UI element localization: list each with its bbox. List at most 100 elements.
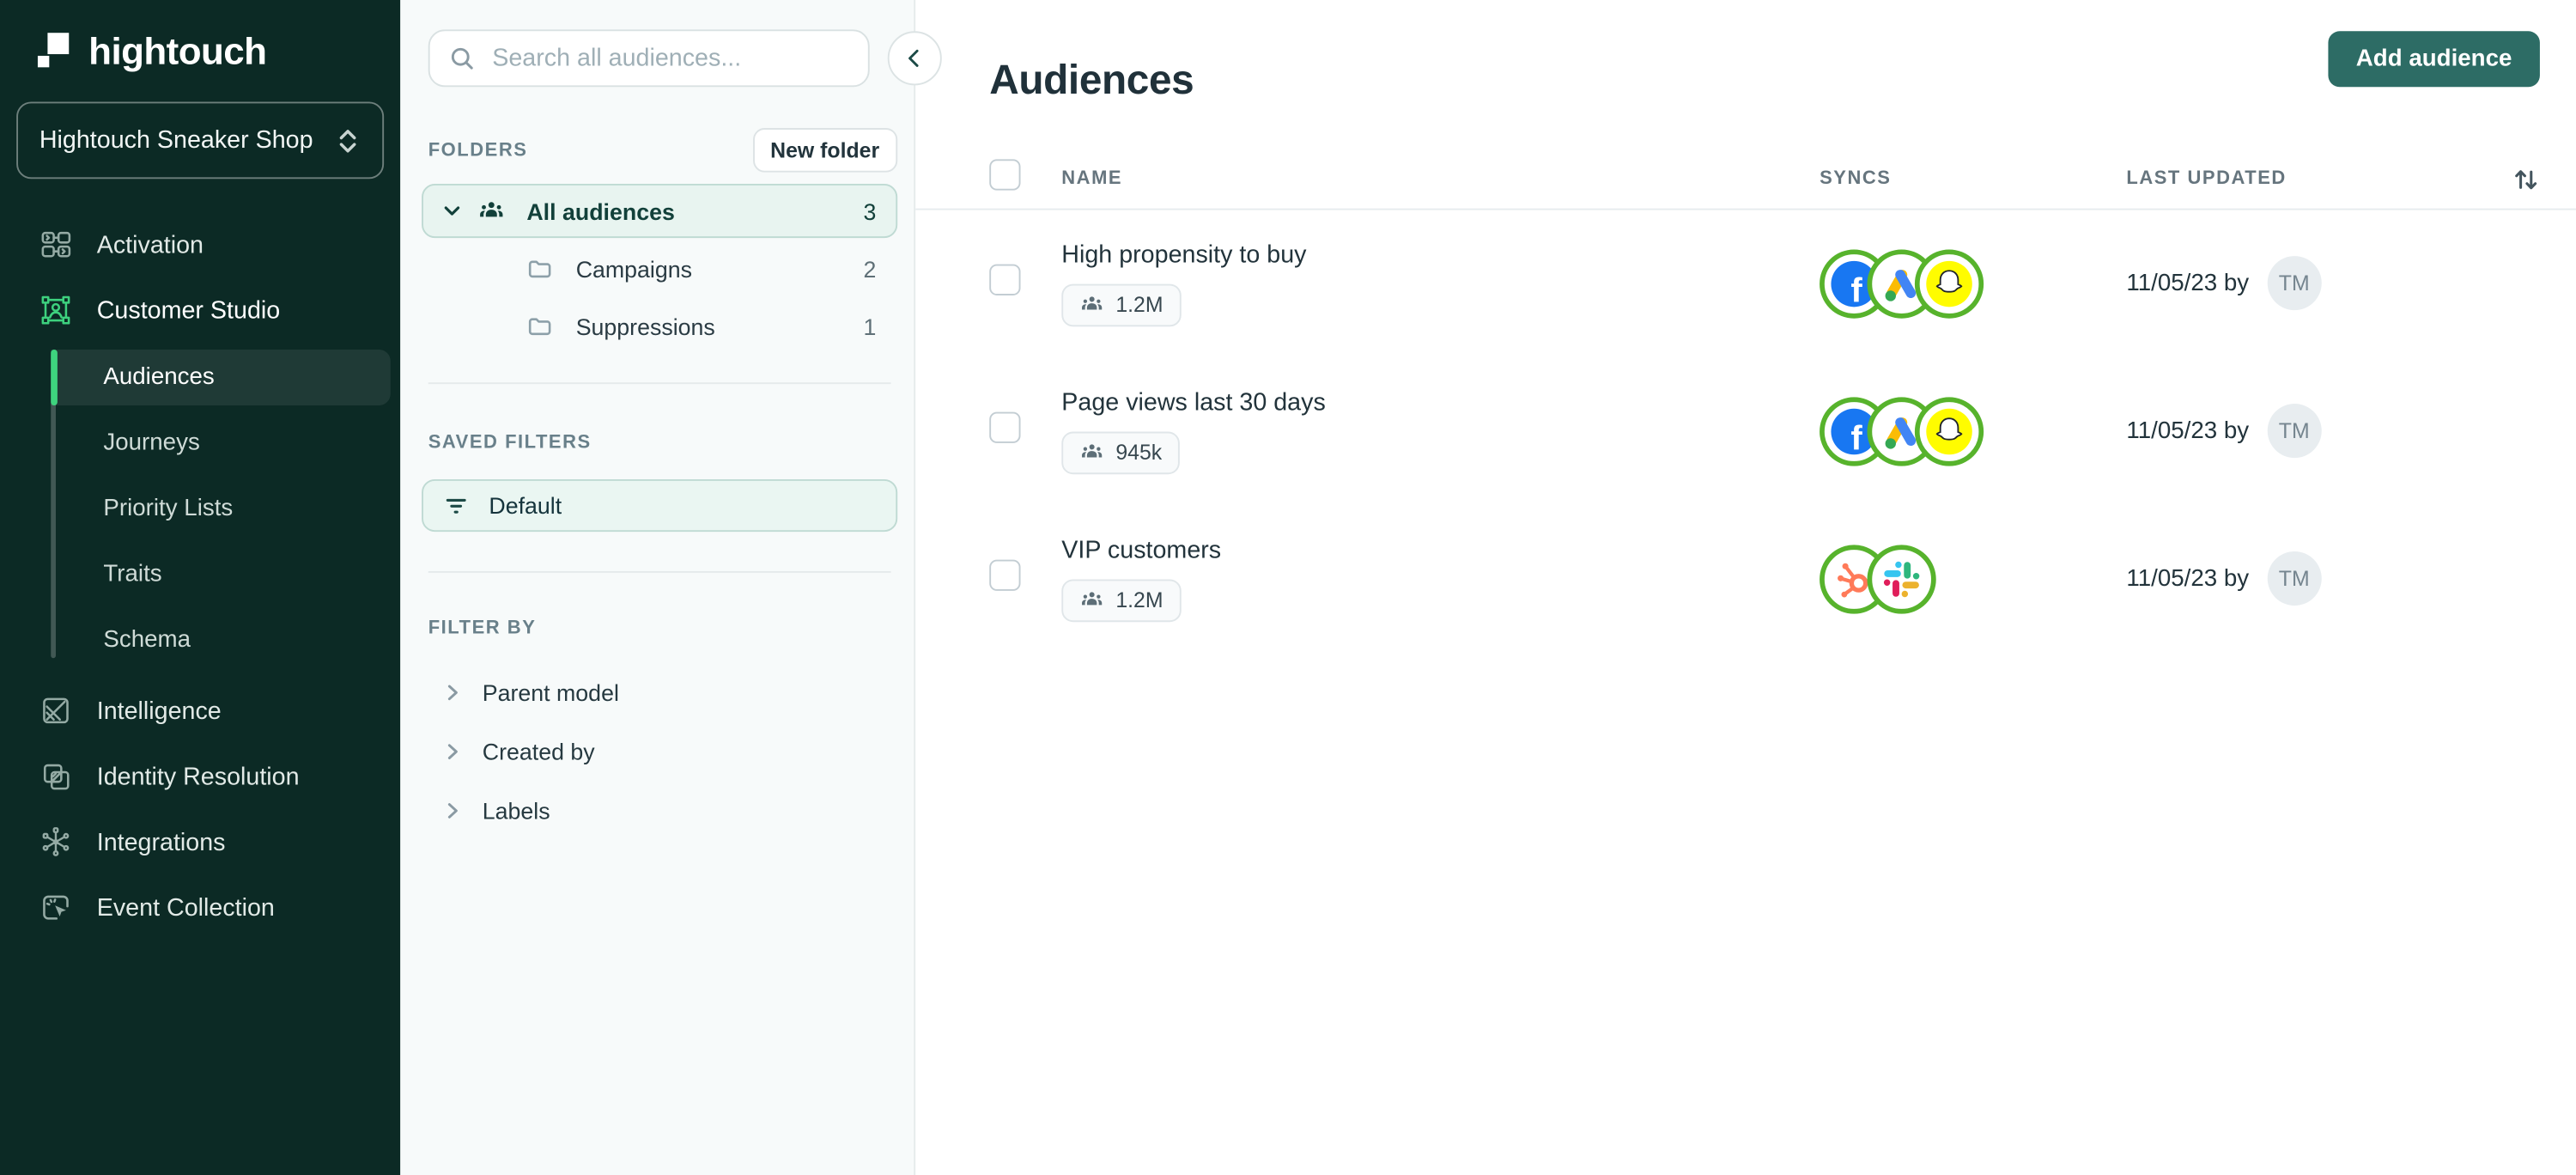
audience-name[interactable]: High propensity to buy	[1061, 240, 1820, 268]
table-row[interactable]: High propensity to buy 1.2M f 11/05/23 b…	[989, 210, 2540, 357]
identity-resolution-icon	[39, 760, 72, 793]
sidebar-item-identity-resolution[interactable]: Identity Resolution	[0, 744, 400, 809]
filter-label: Labels	[482, 797, 550, 825]
app-window: hightouch Hightouch Sneaker Shop Activat…	[0, 0, 2576, 1175]
saved-filter-label: Default	[489, 492, 562, 519]
search-icon	[448, 45, 476, 72]
subnav-label: Journeys	[103, 429, 200, 457]
new-folder-button[interactable]: New folder	[752, 128, 898, 173]
filter-label: Created by	[482, 738, 595, 765]
audience-name[interactable]: VIP customers	[1061, 536, 1820, 563]
people-group-icon	[1079, 441, 1104, 466]
sidebar: hightouch Hightouch Sneaker Shop Activat…	[0, 0, 401, 1175]
sidebar-item-event-collection[interactable]: Event Collection	[0, 874, 400, 940]
sidebar-item-customer-studio[interactable]: Customer Studio	[0, 277, 400, 343]
chevron-right-icon	[441, 740, 465, 764]
column-header-name: NAME	[1061, 169, 1123, 190]
filter-by-section-label: FILTER BY	[428, 618, 537, 638]
panel-divider	[428, 382, 891, 385]
sidebar-item-label: Customer Studio	[96, 295, 281, 325]
sidebar-item-integrations[interactable]: Integrations	[0, 809, 400, 874]
audience-size: 945k	[1115, 440, 1163, 466]
last-updated-text: 11/05/23 by	[2126, 270, 2250, 297]
sidebar-item-traits[interactable]: Traits	[51, 546, 391, 602]
snapchat-sync-icon[interactable]	[1914, 396, 1984, 466]
filter-labels[interactable]: Labels	[422, 782, 897, 841]
people-group-icon	[477, 197, 505, 224]
page-title: Audiences	[989, 57, 1194, 103]
folder-item-suppressions[interactable]: Suppressions 1	[422, 299, 897, 353]
folder-count: 2	[863, 255, 877, 282]
row-checkbox[interactable]	[989, 411, 1021, 443]
column-header-syncs: SYNCS	[1820, 169, 1892, 190]
sort-icon[interactable]	[2512, 166, 2539, 193]
last-updated-cell: 11/05/23 by TM	[2126, 256, 2540, 311]
folder-label: All audiences	[526, 198, 675, 224]
folder-icon	[526, 313, 553, 339]
filter-created-by[interactable]: Created by	[422, 722, 897, 782]
folder-item-campaigns[interactable]: Campaigns 2	[422, 241, 897, 295]
collapse-panel-button[interactable]	[887, 31, 942, 86]
audience-size-badge: 945k	[1061, 431, 1181, 474]
slack-sync-icon[interactable]	[1867, 544, 1936, 614]
sidebar-item-intelligence[interactable]: Intelligence	[0, 678, 400, 743]
table-row[interactable]: VIP customers 1.2M 11/05/23 by TM	[989, 505, 2540, 653]
sidebar-item-audiences[interactable]: Audiences	[51, 350, 391, 405]
filter-label: Parent model	[482, 679, 619, 706]
last-updated-cell: 11/05/23 by TM	[2126, 551, 2540, 606]
sidebar-item-journeys[interactable]: Journeys	[51, 415, 391, 471]
audience-size: 1.2M	[1115, 588, 1163, 613]
event-collection-icon	[39, 892, 72, 924]
snapchat-sync-icon[interactable]	[1914, 248, 1984, 319]
folder-icon	[526, 255, 553, 282]
subnav-label: Audiences	[103, 364, 215, 391]
chevron-right-icon	[441, 800, 465, 823]
column-header-last-updated: LAST UPDATED	[2126, 169, 2287, 190]
sidebar-item-label: Integrations	[96, 827, 226, 856]
customer-studio-subnav: Audiences Journeys Priority Lists Traits…	[51, 350, 400, 668]
workflow-icon	[39, 228, 72, 261]
filter-parent-model[interactable]: Parent model	[422, 663, 897, 722]
sidebar-item-label: Activation	[96, 230, 204, 259]
folder-count: 1	[863, 313, 877, 339]
sidebar-item-schema[interactable]: Schema	[51, 612, 391, 668]
sidebar-item-activation[interactable]: Activation	[0, 211, 400, 277]
chevron-updown-icon	[335, 125, 361, 155]
subnav-label: Priority Lists	[103, 496, 234, 522]
brand-name: hightouch	[88, 28, 267, 72]
subnav-label: Traits	[103, 561, 162, 588]
folder-label: Suppressions	[575, 313, 715, 339]
subnav-label: Schema	[103, 626, 191, 654]
sidebar-item-priority-lists[interactable]: Priority Lists	[51, 481, 391, 537]
sidebar-item-label: Event Collection	[96, 893, 275, 922]
last-updated-text: 11/05/23 by	[2126, 565, 2250, 593]
folder-count: 3	[863, 198, 877, 224]
workspace-selector[interactable]: Hightouch Sneaker Shop	[16, 101, 385, 180]
search-input[interactable]	[489, 42, 850, 74]
saved-filters-section-label: SAVED FILTERS	[428, 432, 592, 453]
row-checkbox[interactable]	[989, 559, 1021, 591]
filter-by-list: Parent model Created by Labels	[422, 663, 897, 840]
last-updated-text: 11/05/23 by	[2126, 417, 2250, 445]
people-group-icon	[1079, 293, 1104, 318]
customer-studio-icon	[39, 294, 72, 326]
folders-section-label: FOLDERS	[428, 140, 528, 161]
row-checkbox[interactable]	[989, 264, 1021, 295]
syncs-cell: f	[1820, 396, 2126, 466]
add-audience-button[interactable]: Add audience	[2328, 31, 2540, 88]
brand-logo: hightouch	[0, 27, 400, 76]
chevron-right-icon	[441, 681, 465, 704]
people-group-icon	[1079, 588, 1104, 613]
saved-filter-default[interactable]: Default	[422, 478, 898, 533]
table-header: NAME SYNCS LAST UPDATED	[915, 150, 2576, 210]
folder-label: Campaigns	[575, 255, 693, 282]
chevron-down-icon	[440, 198, 465, 223]
folder-item-all-audiences[interactable]: All audiences 3	[422, 184, 898, 239]
audience-size: 1.2M	[1115, 292, 1163, 318]
filter-icon	[443, 492, 470, 519]
folder-list: All audiences 3 Campaigns 2 Suppressions…	[422, 184, 898, 353]
table-row[interactable]: Page views last 30 days 945k f 11/05/23 …	[989, 357, 2540, 505]
select-all-checkbox[interactable]	[989, 159, 1021, 192]
audience-name[interactable]: Page views last 30 days	[1061, 388, 1820, 416]
search-box	[428, 29, 870, 88]
